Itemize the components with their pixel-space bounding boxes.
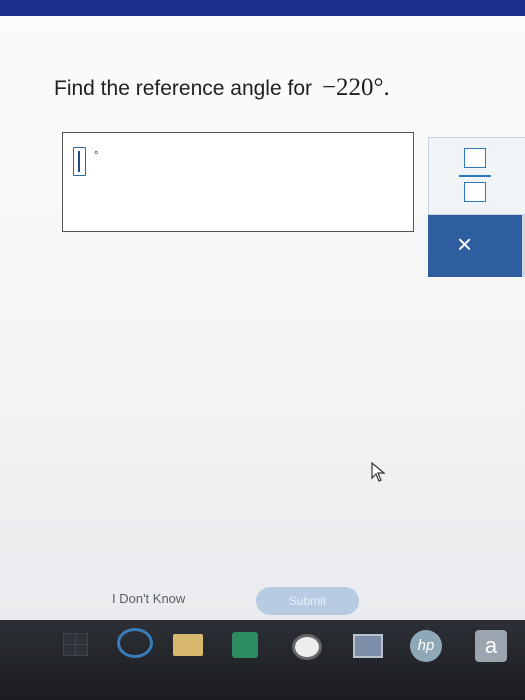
camera-icon[interactable] (292, 634, 322, 660)
text-caret (78, 151, 80, 172)
taskbar: hp a (0, 620, 525, 700)
answer-entry-slot[interactable] (73, 147, 86, 176)
amazon-icon[interactable]: a (475, 630, 507, 662)
denominator-box (464, 182, 486, 202)
file-explorer-icon[interactable] (173, 634, 203, 656)
numerator-box (464, 148, 486, 168)
question-screen: Find the reference angle for −220°. ° × … (0, 16, 525, 620)
fraction-bar (459, 175, 491, 177)
mouse-pointer-icon (371, 462, 386, 482)
windows-start-icon[interactable] (63, 633, 88, 656)
submit-button[interactable]: Submit (256, 587, 359, 615)
math-palette (428, 137, 525, 215)
hp-icon[interactable]: hp (410, 630, 442, 662)
question-prompt: Find the reference angle for (54, 77, 312, 100)
top-bar (0, 0, 525, 16)
close-icon: × (457, 229, 473, 259)
dont-know-link[interactable]: I Don't Know (112, 591, 185, 606)
answer-input-box[interactable]: ° (62, 132, 414, 232)
photos-icon[interactable] (353, 634, 383, 658)
clear-button[interactable]: × (428, 215, 525, 277)
internet-explorer-icon[interactable] (117, 628, 153, 658)
store-icon[interactable] (232, 632, 258, 658)
degree-symbol: ° (94, 150, 99, 162)
question-text: Find the reference angle for −220°. (54, 74, 390, 102)
fraction-template-icon[interactable] (459, 146, 491, 208)
question-angle: −220°. (321, 74, 390, 101)
